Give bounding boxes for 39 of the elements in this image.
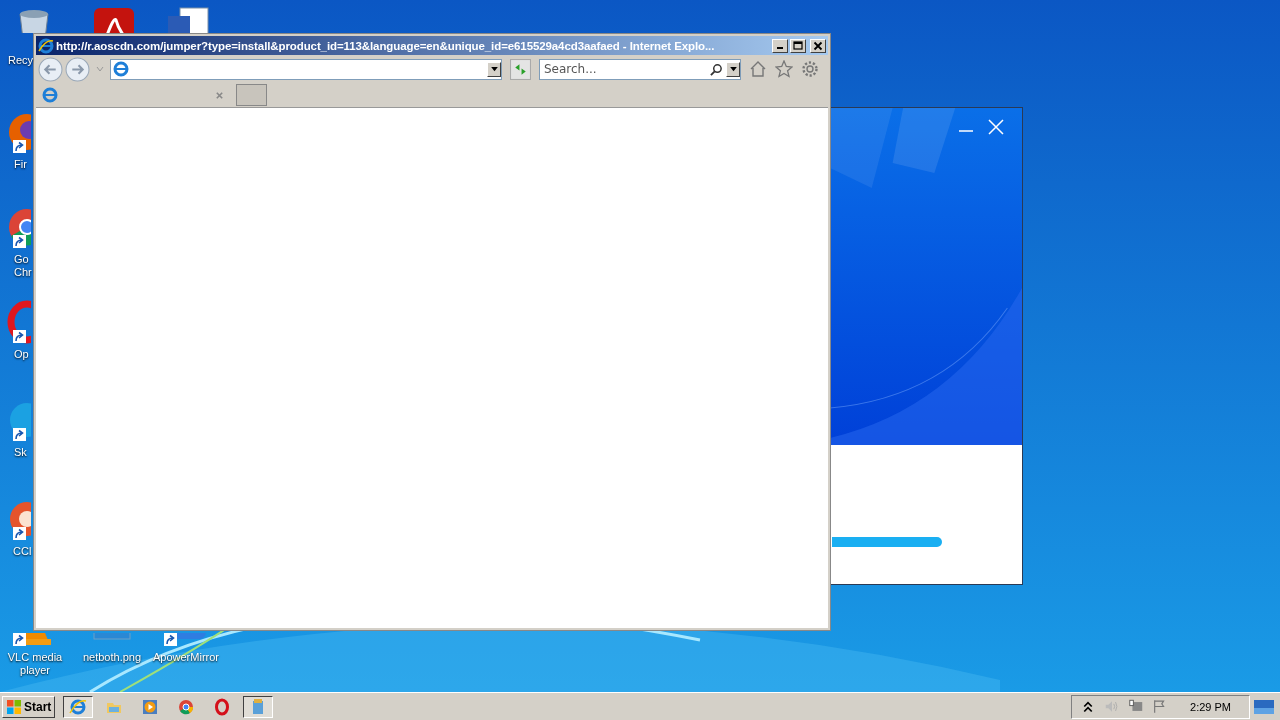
maximize-button[interactable] <box>790 38 806 53</box>
icon-label: Recy <box>7 54 34 67</box>
network-icon[interactable] <box>1128 699 1145 714</box>
ie-icon <box>113 61 129 77</box>
pdf-reader-icon[interactable] <box>92 6 136 33</box>
close-icon <box>813 40 823 51</box>
show-desktop-button[interactable] <box>1254 699 1274 714</box>
icon-label: VLC media player <box>6 651 64 677</box>
search-input[interactable]: Search... <box>540 61 710 77</box>
refresh-button[interactable] <box>510 58 531 80</box>
search-icon[interactable] <box>710 62 723 76</box>
icon-label: Go Chr <box>13 253 32 279</box>
ie-icon <box>38 37 54 54</box>
back-button[interactable] <box>38 56 63 82</box>
start-button[interactable]: Start <box>2 695 56 718</box>
minimize-icon <box>777 47 783 49</box>
search-field[interactable]: Search... <box>539 58 741 80</box>
taskbar-app-icon[interactable] <box>243 695 274 718</box>
dropdown-arrow-icon[interactable] <box>729 66 737 72</box>
icon-label: Fir <box>13 158 27 171</box>
close-icon[interactable] <box>215 90 224 100</box>
icon-label: CCl <box>12 545 32 558</box>
icon-label: Op <box>13 348 29 361</box>
icon-label: netboth.png <box>82 651 142 664</box>
window-title: http://r.aoscdn.com/jumper?type=install&product_id=113&language=en&unique_id=e615529a4cd3aafaed - Internet Explo... <box>56 39 716 52</box>
ie-icon <box>42 87 58 103</box>
minimize-button[interactable] <box>772 38 788 53</box>
maximize-icon <box>793 40 803 51</box>
forward-button[interactable] <box>65 56 90 82</box>
dropdown-arrow-icon[interactable] <box>490 66 498 72</box>
settings-icon[interactable] <box>801 60 819 78</box>
icon-label: Sk <box>13 446 27 459</box>
address-field[interactable] <box>110 58 502 80</box>
taskbar-ie-icon[interactable] <box>63 695 94 718</box>
star-icon[interactable] <box>775 60 793 78</box>
start-logo-icon <box>6 698 22 715</box>
clock[interactable]: 2:29 PM <box>1190 700 1231 713</box>
close-button[interactable] <box>810 38 826 53</box>
home-icon[interactable] <box>749 60 767 78</box>
